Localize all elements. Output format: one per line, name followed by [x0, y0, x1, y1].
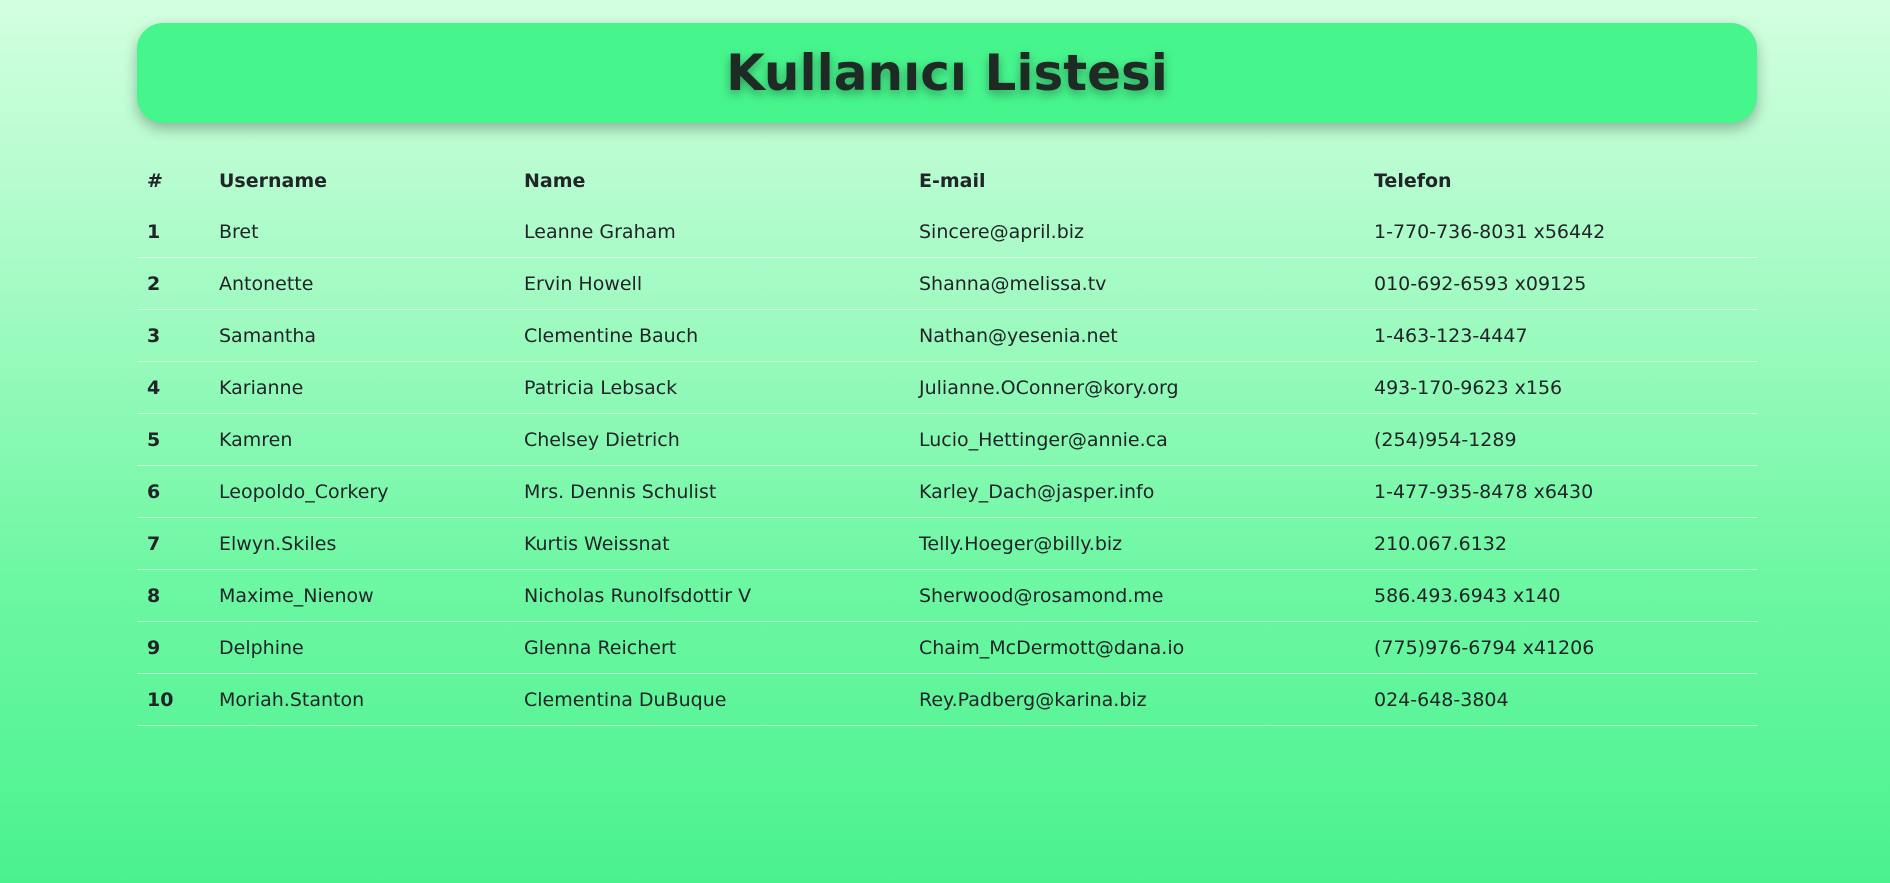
table-row: 10 Moriah.Stanton Clementina DuBuque Rey…: [137, 673, 1757, 726]
row-index: 8: [147, 584, 161, 607]
row-phone: 493-170-9623 x156: [1374, 376, 1563, 399]
table-header: # Username Name E-mail Telefon: [137, 155, 1757, 206]
column-header-index: #: [147, 169, 163, 192]
row-index: 6: [147, 480, 161, 503]
user-table-container: # Username Name E-mail Telefon 1 Bret Le…: [137, 155, 1757, 726]
table-row: 8 Maxime_Nienow Nicholas Runolfsdottir V…: [137, 569, 1757, 622]
row-name: Mrs. Dennis Schulist: [524, 480, 717, 503]
row-index: 5: [147, 428, 161, 451]
table-row: 2 Antonette Ervin Howell Shanna@melissa.…: [137, 257, 1757, 310]
row-index: 7: [147, 532, 161, 555]
row-email: Rey.Padberg@karina.biz: [919, 688, 1147, 711]
row-index: 4: [147, 376, 161, 399]
row-phone: 586.493.6943 x140: [1374, 584, 1561, 607]
table-row: 9 Delphine Glenna Reichert Chaim_McDermo…: [137, 621, 1757, 674]
header-card: Kullanıcı Listesi: [137, 23, 1757, 123]
row-username: Leopoldo_Corkery: [219, 480, 389, 503]
row-username: Bret: [219, 220, 259, 243]
row-username: Karianne: [219, 376, 304, 399]
row-username: Delphine: [219, 636, 304, 659]
row-username: Maxime_Nienow: [219, 584, 374, 607]
row-email: Telly.Hoeger@billy.biz: [919, 532, 1123, 555]
row-username: Elwyn.Skiles: [219, 532, 337, 555]
row-name: Patricia Lebsack: [524, 376, 678, 399]
row-name: Clementine Bauch: [524, 324, 699, 347]
row-email: Julianne.OConner@kory.org: [919, 376, 1179, 399]
row-name: Ervin Howell: [524, 272, 643, 295]
row-username: Antonette: [219, 272, 314, 295]
row-index: 10: [147, 688, 174, 711]
row-email: Sincere@april.biz: [919, 220, 1085, 243]
row-email: Sherwood@rosamond.me: [919, 584, 1164, 607]
table-row: 1 Bret Leanne Graham Sincere@april.biz 1…: [137, 206, 1757, 258]
row-email: Karley_Dach@jasper.info: [919, 480, 1155, 503]
row-phone: 1-770-736-8031 x56442: [1374, 220, 1606, 243]
row-email: Shanna@melissa.tv: [919, 272, 1107, 295]
column-header-email: E-mail: [919, 169, 986, 192]
row-name: Kurtis Weissnat: [524, 532, 670, 555]
row-name: Leanne Graham: [524, 220, 676, 243]
column-header-username: Username: [219, 169, 328, 192]
row-name: Chelsey Dietrich: [524, 428, 680, 451]
table-body: 1 Bret Leanne Graham Sincere@april.biz 1…: [137, 206, 1757, 726]
row-phone: 1-477-935-8478 x6430: [1374, 480, 1594, 503]
row-username: Samantha: [219, 324, 317, 347]
table-row: 5 Kamren Chelsey Dietrich Lucio_Hettinge…: [137, 413, 1757, 466]
table-row: 4 Karianne Patricia Lebsack Julianne.OCo…: [137, 361, 1757, 414]
row-index: 1: [147, 220, 161, 243]
row-phone: 010-692-6593 x09125: [1374, 272, 1587, 295]
table-header-row: # Username Name E-mail Telefon: [137, 155, 1757, 206]
column-header-name: Name: [524, 169, 586, 192]
row-index: 9: [147, 636, 161, 659]
row-phone: (254)954-1289: [1374, 428, 1517, 451]
row-name: Clementina DuBuque: [524, 688, 727, 711]
table-row: 6 Leopoldo_Corkery Mrs. Dennis Schulist …: [137, 465, 1757, 518]
row-name: Nicholas Runolfsdottir V: [524, 584, 752, 607]
row-index: 3: [147, 324, 161, 347]
row-phone: 210.067.6132: [1374, 532, 1507, 555]
row-email: Nathan@yesenia.net: [919, 324, 1118, 347]
page-title: Kullanıcı Listesi: [726, 44, 1168, 102]
row-name: Glenna Reichert: [524, 636, 677, 659]
row-phone: (775)976-6794 x41206: [1374, 636, 1595, 659]
row-email: Lucio_Hettinger@annie.ca: [919, 428, 1168, 451]
row-index: 2: [147, 272, 161, 295]
row-username: Moriah.Stanton: [219, 688, 365, 711]
table-row: 7 Elwyn.Skiles Kurtis Weissnat Telly.Hoe…: [137, 517, 1757, 570]
user-table: # Username Name E-mail Telefon 1 Bret Le…: [137, 155, 1757, 726]
row-phone: 1-463-123-4447: [1374, 324, 1528, 347]
table-row: 3 Samantha Clementine Bauch Nathan@yesen…: [137, 309, 1757, 362]
row-email: Chaim_McDermott@dana.io: [919, 636, 1185, 659]
row-phone: 024-648-3804: [1374, 688, 1509, 711]
row-username: Kamren: [219, 428, 293, 451]
column-header-phone: Telefon: [1374, 169, 1452, 192]
